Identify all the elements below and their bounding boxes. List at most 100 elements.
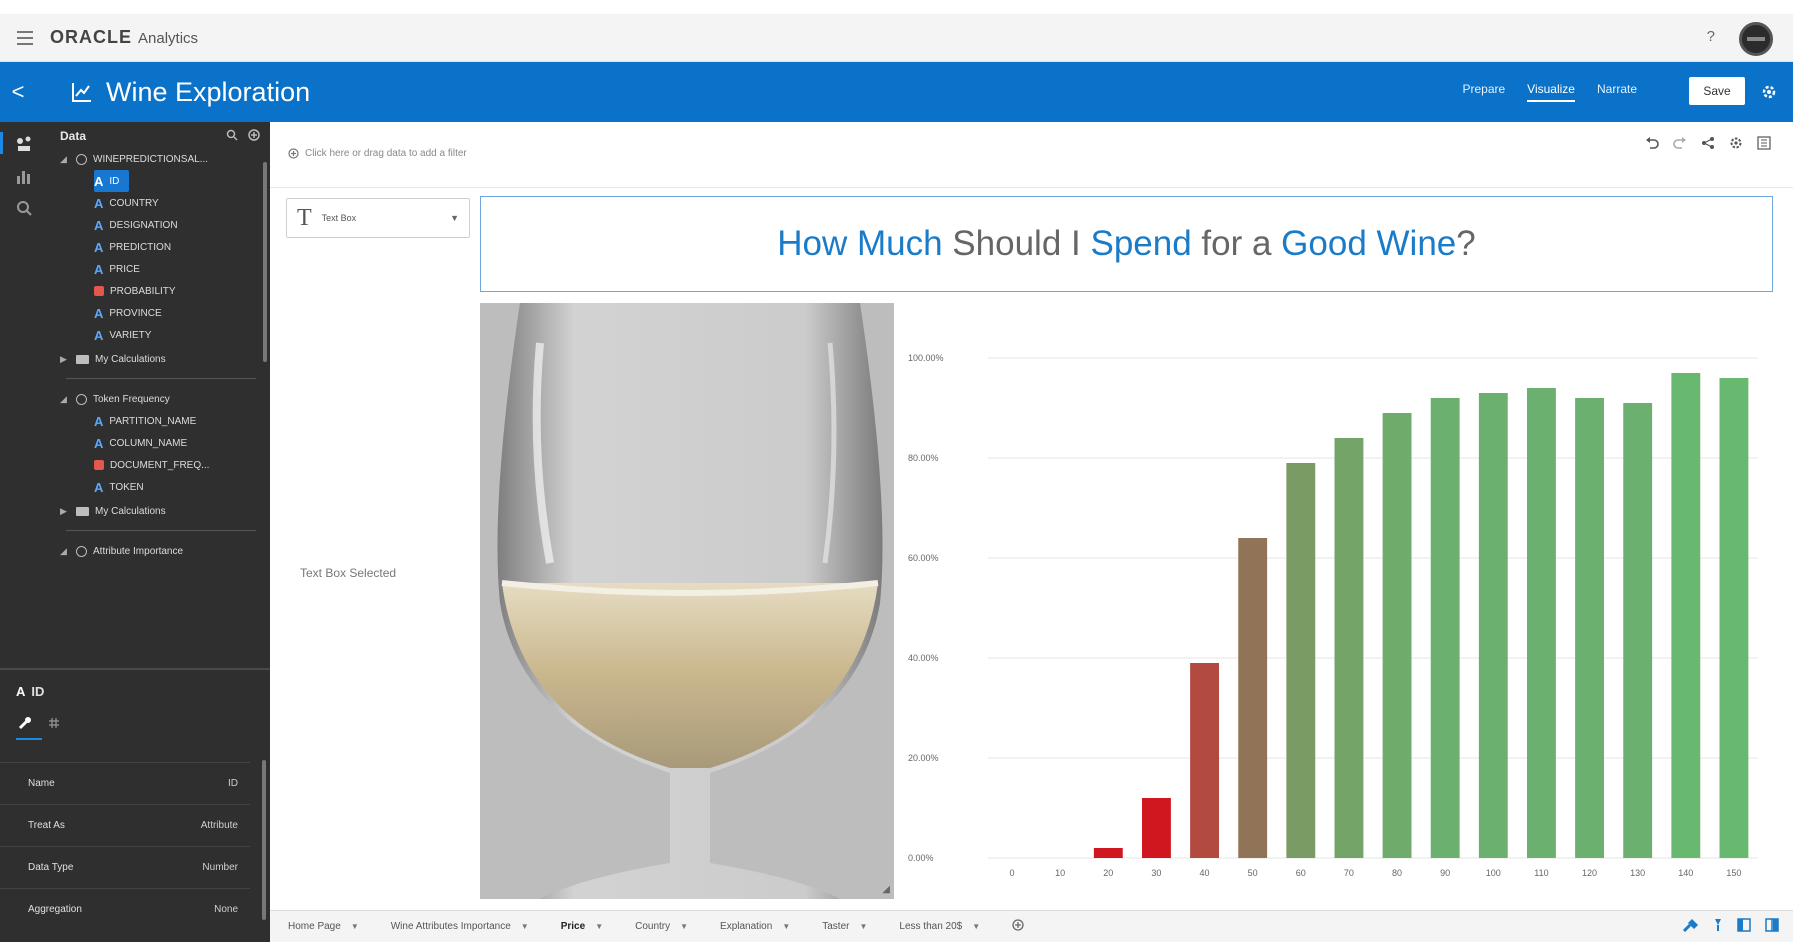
bar-110[interactable] xyxy=(1527,388,1556,858)
general-properties-tab-icon[interactable] xyxy=(18,716,32,730)
data-panel-scrollbar[interactable] xyxy=(263,162,267,362)
bar-70[interactable] xyxy=(1334,438,1364,858)
resize-handle-icon[interactable]: ◢ xyxy=(882,884,890,895)
grammar-panel-icon[interactable] xyxy=(1757,136,1771,150)
x-tick-label: 50 xyxy=(1248,868,1258,878)
collapse-caret-icon[interactable]: ◢ xyxy=(60,546,70,557)
chevron-down-icon[interactable]: ▼ xyxy=(859,922,867,931)
add-canvas-icon[interactable] xyxy=(1012,919,1024,934)
brand-analytics-text: Analytics xyxy=(138,30,199,47)
bar-140[interactable] xyxy=(1671,373,1701,858)
filter-bar: Click here or drag data to add a filter xyxy=(270,126,1793,188)
save-button[interactable]: Save xyxy=(1689,77,1745,105)
canvas-settings-gear-icon[interactable] xyxy=(1729,136,1743,150)
chevron-down-icon[interactable]: ▼ xyxy=(450,213,459,223)
chevron-down-icon[interactable]: ▼ xyxy=(595,922,603,931)
property-name-row[interactable]: Name ID xyxy=(0,762,250,804)
bar-80[interactable] xyxy=(1382,413,1412,858)
collapse-caret-icon[interactable]: ◢ xyxy=(60,394,70,405)
single-panel-layout-icon[interactable] xyxy=(1737,918,1751,932)
tree-item-document-freq[interactable]: DOCUMENT_FREQ... xyxy=(94,454,209,476)
share-icon[interactable] xyxy=(1701,136,1715,150)
redo-icon[interactable] xyxy=(1673,137,1687,149)
chevron-down-icon[interactable]: ▼ xyxy=(680,922,688,931)
properties-scrollbar[interactable] xyxy=(262,760,266,920)
tree-divider xyxy=(66,530,256,531)
hamburger-menu-button[interactable] xyxy=(0,14,50,62)
canvas-tab-taster[interactable]: Taster ▼ xyxy=(822,921,867,932)
tree-item-token[interactable]: A TOKEN xyxy=(94,476,144,498)
headline-word-should-i: Should I xyxy=(942,224,1091,263)
canvas-toolbar xyxy=(1645,136,1771,150)
measure-icon xyxy=(94,286,104,296)
bar-40[interactable] xyxy=(1190,663,1219,858)
tree-item-column-name[interactable]: A COLUMN_NAME xyxy=(94,432,187,454)
wine-glass-image[interactable]: ◢ xyxy=(480,303,894,899)
bar-120[interactable] xyxy=(1575,398,1604,858)
add-data-icon[interactable] xyxy=(248,128,260,144)
split-panel-layout-icon[interactable] xyxy=(1765,918,1779,932)
x-tick-label: 130 xyxy=(1630,868,1645,878)
chevron-down-icon[interactable]: ▼ xyxy=(972,922,980,931)
tree-item-province[interactable]: A PROVINCE xyxy=(94,302,162,324)
canvas-tab-wine-attributes-importance[interactable]: Wine Attributes Importance ▼ xyxy=(391,921,529,932)
bar-20[interactable] xyxy=(1093,848,1123,858)
tab-narrate[interactable]: Narrate xyxy=(1597,82,1637,102)
property-aggregation-row[interactable]: Aggregation None xyxy=(0,888,250,930)
back-button[interactable]: < xyxy=(0,79,36,105)
undo-icon[interactable] xyxy=(1645,137,1659,149)
folder-icon xyxy=(76,354,89,364)
tree-item-price[interactable]: A PRICE xyxy=(94,258,140,280)
tab-visualize[interactable]: Visualize xyxy=(1527,82,1575,102)
bar-50[interactable] xyxy=(1238,538,1268,858)
expand-caret-icon[interactable]: ▶ xyxy=(60,506,70,517)
bar-60[interactable] xyxy=(1286,463,1316,858)
headline-word-for-a: for a xyxy=(1191,224,1282,263)
expand-caret-icon[interactable]: ▶ xyxy=(60,354,70,365)
canvas-tab-home-page[interactable]: Home Page ▼ xyxy=(288,921,359,932)
canvas-tab-less-than-20[interactable]: Less than 20$ ▼ xyxy=(899,921,980,932)
tree-dataset-attribute-importance[interactable]: ◢ Attribute Importance xyxy=(60,540,183,562)
canvas-tab-explanation[interactable]: Explanation ▼ xyxy=(720,921,790,932)
user-avatar[interactable] xyxy=(1739,22,1773,56)
header-settings-gear-icon[interactable] xyxy=(1755,78,1783,106)
tree-item-variety[interactable]: A VARIETY xyxy=(94,324,151,346)
chevron-down-icon[interactable]: ▼ xyxy=(521,922,529,931)
bar-150[interactable] xyxy=(1719,378,1749,858)
canvas-tab-price[interactable]: Price ▼ xyxy=(561,921,603,932)
filter-sync-icon[interactable] xyxy=(1713,918,1723,932)
project-title: Wine Exploration xyxy=(106,76,311,107)
chevron-down-icon[interactable]: ▼ xyxy=(782,922,790,931)
brushing-icon[interactable] xyxy=(1683,918,1699,932)
canvas-tab-country[interactable]: Country ▼ xyxy=(635,921,688,932)
property-data-type-row[interactable]: Data Type Number xyxy=(0,846,250,888)
bar-130[interactable] xyxy=(1623,403,1653,858)
add-filter-area[interactable]: Click here or drag data to add a filter xyxy=(288,148,467,159)
help-button[interactable]: ? xyxy=(1707,28,1715,45)
property-treat-as-row[interactable]: Treat As Attribute xyxy=(0,804,250,846)
data-panel-icon[interactable] xyxy=(14,134,34,154)
chevron-down-icon[interactable]: ▼ xyxy=(351,922,359,931)
tree-item-probability[interactable]: PROBABILITY xyxy=(94,280,176,302)
x-tick-label: 110 xyxy=(1534,868,1548,878)
tree-item-designation[interactable]: A DESIGNATION xyxy=(94,214,178,236)
collapse-caret-icon[interactable]: ◢ xyxy=(60,154,70,165)
tree-dataset-token-frequency[interactable]: ◢ Token Frequency xyxy=(60,388,170,410)
tree-item-country[interactable]: A COUNTRY xyxy=(94,192,159,214)
analytics-icon[interactable] xyxy=(14,198,34,218)
headline-text-box[interactable]: How Much Should I Spend for a Good Wine? xyxy=(480,196,1773,292)
visualizations-icon[interactable] xyxy=(14,166,34,186)
search-icon[interactable] xyxy=(226,129,238,144)
tree-item-prediction[interactable]: A PREDICTION xyxy=(94,236,171,258)
bar-90[interactable] xyxy=(1430,398,1460,858)
number-format-tab-icon[interactable] xyxy=(48,717,60,729)
tree-folder-my-calculations[interactable]: ▶ My Calculations xyxy=(60,348,166,370)
tab-prepare[interactable]: Prepare xyxy=(1462,82,1505,102)
tree-dataset-winepredictions[interactable]: ◢ WINEPREDICTIONSAL... xyxy=(60,148,208,170)
tree-folder-my-calculations-2[interactable]: ▶ My Calculations xyxy=(60,500,166,522)
bar-100[interactable] xyxy=(1478,393,1508,858)
tree-item-id[interactable]: A ID xyxy=(94,170,130,192)
visualization-type-picker[interactable]: T Text Box ▼ xyxy=(286,198,470,238)
tree-item-partition-name[interactable]: A PARTITION_NAME xyxy=(94,410,196,432)
bar-30[interactable] xyxy=(1142,798,1171,858)
